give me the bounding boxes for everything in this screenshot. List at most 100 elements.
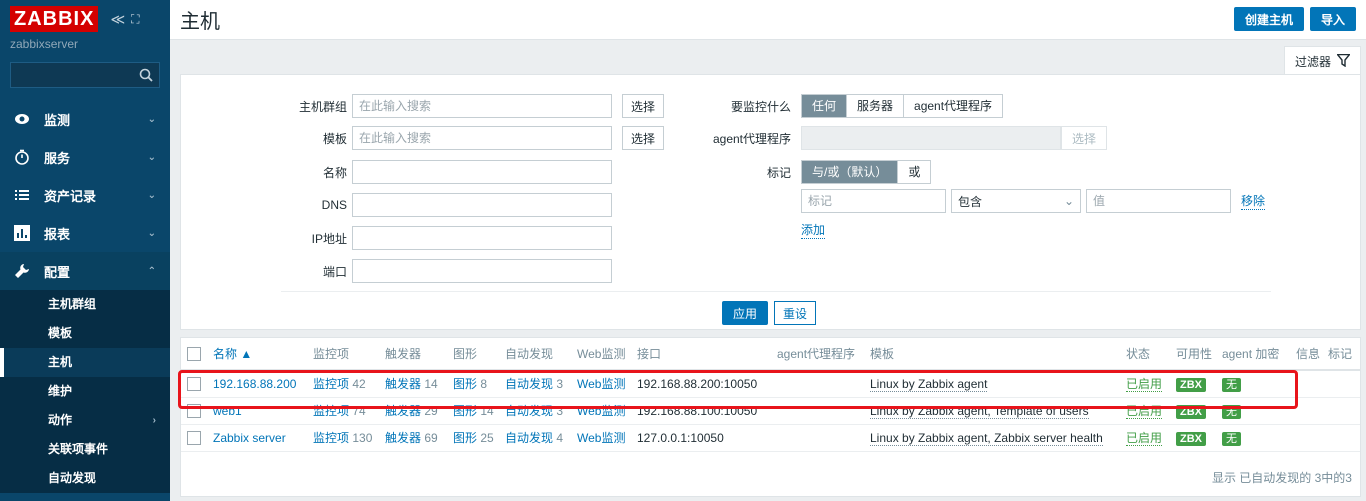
discovery-link[interactable]: 自动发现 [505,377,553,391]
status-toggle[interactable]: 已启用 [1126,404,1163,419]
tags-label: 标记 [766,165,791,180]
col-items: 监控项 [309,338,381,371]
hosts-table: 名称 ▲ 监控项 触发器 图形 自动发现 Web监测 接口 agent代理程序 … [180,337,1361,497]
col-info: 信息 [1292,338,1325,371]
remove-tag-link[interactable]: 移除 [1241,192,1266,210]
items-link[interactable]: 监控项 [313,404,349,418]
monitored-by-toggle: 任何 服务器 agent代理程序 [801,94,1004,118]
availability-badge: ZBX [1176,431,1206,446]
menu-item-configuration[interactable]: 配置 ⌃ [0,252,170,290]
tags-mode-or[interactable]: 或 [898,161,930,183]
proxy [773,424,866,452]
kiosk-mode-icon[interactable]: ⛶ [131,12,139,27]
add-tag-link[interactable]: 添加 [801,221,826,239]
status-toggle[interactable]: 已启用 [1126,431,1163,446]
create-host-button[interactable]: 创建主机 [1233,7,1304,31]
sidebar-item-templates[interactable]: 模板 [0,319,170,348]
triggers-link[interactable]: 触发器 [385,377,421,391]
menu-item-inventory[interactable]: 资产记录 ⌄ [0,176,170,214]
host-group-label: 主机群组 [298,99,347,114]
discovery-link[interactable]: 自动发现 [505,404,553,418]
reset-button[interactable]: 重设 [774,301,817,325]
host-name-link[interactable]: web1 [213,404,242,418]
triggers-link[interactable]: 触发器 [385,404,421,418]
tag-name-input[interactable] [801,189,946,213]
apply-button[interactable]: 应用 [722,301,769,325]
import-button[interactable]: 导入 [1309,7,1356,31]
templates-link[interactable]: Linux by Zabbix agent, Template of users [870,403,1089,419]
tags-mode-and-or[interactable]: 与/或（默认） [802,161,899,183]
monitored-by-any[interactable]: 任何 [802,95,848,117]
host-group-input[interactable] [352,94,612,118]
graphs-link[interactable]: 图形 [453,431,477,445]
search-icon[interactable] [139,68,153,85]
host-group-select-button[interactable]: 选择 [622,94,665,118]
chevron-down-icon: ⌄ [147,152,156,163]
menu-label: 监测 [44,112,71,128]
graphs-count: 8 [480,377,488,392]
graphs-count: 14 [480,404,494,418]
col-status: 状态 [1122,338,1172,371]
discovery-count: 4 [556,431,564,445]
triggers-count: 14 [424,377,438,392]
items-link[interactable]: 监控项 [313,431,349,445]
graphs-count: 25 [480,431,494,445]
row-checkbox[interactable] [187,403,201,418]
ip-input[interactable] [352,226,612,250]
col-name[interactable]: 名称 ▲ [209,338,309,371]
web-link[interactable]: Web监测 [577,404,625,418]
sidebar-item-host-groups[interactable]: 主机群组 [0,290,170,319]
host-name-link[interactable]: Zabbix server [213,431,286,445]
items-link[interactable]: 监控项 [313,377,349,391]
configuration-submenu: 主机群组 模板 主机 维护 动作 › 关联项事件 自动发现 [0,290,170,493]
sidebar-item-hosts[interactable]: 主机 [0,348,170,377]
monitored-by-proxy[interactable]: agent代理程序 [904,95,1002,117]
col-interface: 接口 [633,338,773,371]
select-all-checkbox[interactable] [187,346,201,361]
monitored-by-server[interactable]: 服务器 [847,95,905,117]
status-toggle[interactable]: 已启用 [1126,377,1163,393]
templates-link[interactable]: Linux by Zabbix agent, Zabbix server hea… [870,430,1103,446]
sidebar-item-maintenance[interactable]: 维护 [0,377,170,406]
triggers-count: 29 [424,404,438,418]
row-checkbox[interactable] [187,377,201,392]
discovery-count: 3 [556,377,564,392]
sidebar-item-discovery[interactable]: 自动发现 [0,464,170,493]
sidebar-item-actions[interactable]: 动作 › [0,406,170,435]
graphs-link[interactable]: 图形 [453,377,477,391]
template-input[interactable] [352,126,612,150]
templates-link[interactable]: Linux by Zabbix agent [870,376,988,392]
menu-item-services[interactable]: 服务 ⌄ [0,138,170,176]
chevron-down-icon: ⌄ [147,228,156,239]
menu-item-reports[interactable]: 报表 ⌄ [0,214,170,252]
zabbix-logo[interactable]: ZABBIX [10,6,99,32]
host-name-link[interactable]: 192.168.88.200 [213,377,296,391]
tag-value-input[interactable] [1086,189,1231,213]
availability-badge: ZBX [1176,377,1206,392]
graphs-link[interactable]: 图形 [453,404,477,418]
filter-tab[interactable]: 过滤器 [1283,46,1361,76]
name-input[interactable] [352,160,612,184]
bar-chart-icon [14,225,30,241]
collapse-sidebar-icon[interactable]: ≪ [110,11,125,28]
col-proxy: agent代理程序 [773,338,866,371]
triggers-link[interactable]: 触发器 [385,431,421,445]
tag-operator-select[interactable]: 包含 ⌄ [951,189,1081,213]
web-link[interactable]: Web监测 [577,377,625,391]
row-checkbox[interactable] [187,430,201,445]
menu-item-monitoring[interactable]: 监测 ⌄ [0,100,170,138]
col-availability: 可用性 [1172,338,1218,371]
page-title: 主机 [180,11,220,33]
sidebar-search-input[interactable] [11,63,159,87]
template-select-button[interactable]: 选择 [622,126,665,150]
col-triggers: 触发器 [381,338,449,371]
list-icon [14,187,30,203]
web-link[interactable]: Web监测 [577,431,625,445]
port-input[interactable] [352,259,612,283]
wrench-icon [14,263,30,279]
dns-input[interactable] [352,193,612,217]
discovery-link[interactable]: 自动发现 [505,431,553,445]
sidebar-item-event-correlation[interactable]: 关联项事件 [0,435,170,464]
table-row: web1 监控项 74 触发器 29 图形 14 自动发现 3 Web监测 19… [181,397,1360,425]
col-graphs: 图形 [449,338,501,371]
